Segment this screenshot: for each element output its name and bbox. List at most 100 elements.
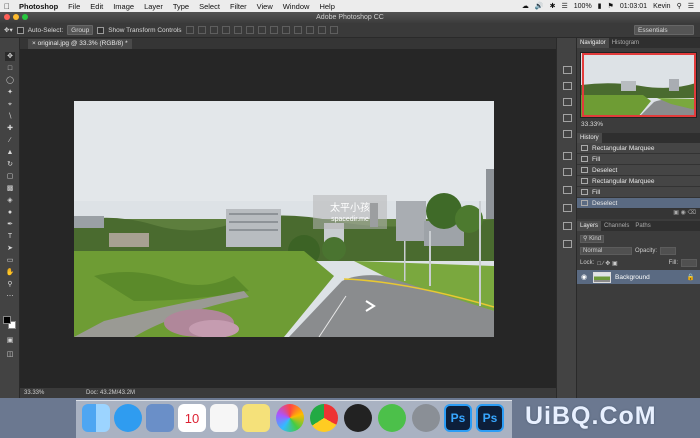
calendar-icon[interactable]: 10: [178, 404, 206, 432]
quick-select-tool-icon[interactable]: ✦: [5, 88, 15, 97]
character-panel-icon[interactable]: [563, 240, 572, 248]
history-item[interactable]: Fill: [577, 154, 700, 165]
blend-mode-select[interactable]: Normal: [580, 247, 632, 255]
marquee-tool-icon[interactable]: □: [5, 64, 15, 73]
menu-window[interactable]: Window: [278, 2, 315, 11]
tab-layers[interactable]: Layers: [577, 221, 602, 231]
properties-panel-icon[interactable]: [563, 204, 572, 212]
opacity-field[interactable]: [660, 247, 677, 255]
swatches-panel-icon[interactable]: [563, 130, 572, 138]
menu-layer[interactable]: Layer: [139, 2, 168, 11]
navigator-zoom[interactable]: 33.33%: [577, 118, 700, 131]
fill-field[interactable]: [681, 259, 697, 267]
brush-tool-icon[interactable]: ∕: [5, 136, 15, 145]
document-tab[interactable]: × original.jpg @ 33.3% (RGB/8) *: [28, 39, 132, 49]
photos-icon[interactable]: [276, 404, 304, 432]
history-item[interactable]: Rectangular Marquee: [577, 143, 700, 154]
menu-filter[interactable]: Filter: [225, 2, 252, 11]
menu-view[interactable]: View: [252, 2, 278, 11]
lock-icons[interactable]: □ ∕ ✥ ▣: [597, 260, 617, 267]
photoshop-icon[interactable]: Ps: [444, 404, 472, 432]
distribute-top-icon[interactable]: [257, 26, 266, 34]
eraser-tool-icon[interactable]: ▢: [5, 172, 15, 181]
tab-histogram[interactable]: Histogram: [609, 38, 642, 48]
photoshop-icon-2[interactable]: Ps: [476, 404, 504, 432]
history-item[interactable]: Deselect: [577, 165, 700, 176]
spotlight-icon[interactable]: ⚲: [677, 2, 682, 10]
workspace-switcher[interactable]: Essentials: [634, 25, 694, 35]
menu-file[interactable]: File: [63, 2, 85, 11]
trash-icon[interactable]: ⌫: [688, 210, 696, 216]
camera-icon[interactable]: ◉: [681, 210, 686, 216]
tab-history[interactable]: History: [577, 133, 602, 143]
info-panel-icon[interactable]: [563, 98, 572, 106]
align-top-icon[interactable]: [185, 26, 194, 34]
cloud-icon[interactable]: ☁: [522, 2, 529, 10]
menu-app[interactable]: Photoshop: [14, 2, 63, 11]
align-left-icon[interactable]: [221, 26, 230, 34]
bluetooth-icon[interactable]: ✱: [550, 2, 556, 10]
eyedropper-tool-icon[interactable]: ∖: [5, 112, 15, 121]
more-tools-icon[interactable]: ⋯: [5, 292, 15, 301]
histogram-panel-icon[interactable]: [563, 82, 572, 90]
menu-user[interactable]: Kevin: [653, 3, 671, 10]
new-snapshot-icon[interactable]: ▣: [673, 210, 679, 216]
healing-brush-tool-icon[interactable]: ✚: [5, 124, 15, 133]
tab-channels[interactable]: Channels: [601, 221, 632, 231]
actions-panel-icon[interactable]: [563, 186, 572, 194]
menu-select[interactable]: Select: [194, 2, 225, 11]
gradient-tool-icon[interactable]: ▩: [5, 184, 15, 193]
history-item[interactable]: Rectangular Marquee: [577, 176, 700, 187]
notes-icon[interactable]: [242, 404, 270, 432]
type-tool-icon[interactable]: T: [5, 232, 15, 241]
system-preferences-icon[interactable]: [412, 404, 440, 432]
zoom-level[interactable]: 33.33%: [24, 388, 44, 398]
lasso-tool-icon[interactable]: ◯: [5, 76, 15, 85]
hand-tool-icon[interactable]: ✋: [5, 268, 15, 277]
apple-icon[interactable]: : [0, 2, 14, 11]
wechat-icon[interactable]: [378, 404, 406, 432]
move-tool-preset-icon[interactable]: ✥▾: [4, 26, 13, 34]
menu-clock[interactable]: 01:03:01: [620, 3, 647, 10]
pen-tool-icon[interactable]: ✒: [5, 220, 15, 229]
minimize-window-button[interactable]: [13, 14, 19, 20]
layer-kind-filter[interactable]: ⚲ Kind: [580, 235, 605, 243]
flag-icon[interactable]: ⚑: [608, 2, 614, 10]
dodge-tool-icon[interactable]: ●: [5, 208, 15, 217]
navigator-preview[interactable]: [580, 52, 697, 118]
zoom-window-button[interactable]: [22, 14, 28, 20]
history-item[interactable]: Fill: [577, 187, 700, 198]
navigator-view-frame[interactable]: [582, 53, 696, 117]
adjustments-panel-icon[interactable]: [563, 152, 572, 160]
distribute-left-icon[interactable]: [293, 26, 302, 34]
align-bottom-icon[interactable]: [209, 26, 218, 34]
preview-icon[interactable]: [146, 404, 174, 432]
layer-background[interactable]: ◉ Background 🔒: [577, 270, 700, 284]
close-window-button[interactable]: [4, 14, 10, 20]
crop-tool-icon[interactable]: ⌖: [5, 100, 15, 109]
history-brush-tool-icon[interactable]: ↻: [5, 160, 15, 169]
blur-tool-icon[interactable]: ◈: [5, 196, 15, 205]
quick-mask-icon[interactable]: ▣: [5, 336, 15, 345]
distribute-right-icon[interactable]: [317, 26, 326, 34]
shape-tool-icon[interactable]: ▭: [5, 256, 15, 265]
auto-align-icon[interactable]: [329, 26, 338, 34]
navigator-panel-icon[interactable]: [563, 66, 572, 74]
align-middle-icon[interactable]: [197, 26, 206, 34]
battery-percent[interactable]: 100%: [574, 3, 592, 10]
color-panel-icon[interactable]: [563, 114, 572, 122]
foreground-color-swatch[interactable]: [3, 316, 11, 324]
document-size[interactable]: Doc: 43.2M/43.2M: [86, 388, 135, 398]
styles-panel-icon[interactable]: [563, 168, 572, 176]
auto-select-checkbox[interactable]: [16, 26, 24, 34]
zoom-tool-icon[interactable]: ⚲: [5, 280, 15, 289]
distribute-bottom-icon[interactable]: [281, 26, 290, 34]
visibility-eye-icon[interactable]: ◉: [581, 273, 589, 281]
auto-select-dropdown[interactable]: Group: [67, 25, 94, 35]
path-selection-tool-icon[interactable]: ➤: [5, 244, 15, 253]
clone-stamp-tool-icon[interactable]: ▲: [5, 148, 15, 157]
transform-controls-checkbox[interactable]: [97, 26, 105, 34]
speaker-icon[interactable]: 🔊: [535, 2, 544, 10]
lock-icon[interactable]: 🔒: [687, 273, 695, 281]
battery-icon[interactable]: ▮: [598, 2, 602, 10]
